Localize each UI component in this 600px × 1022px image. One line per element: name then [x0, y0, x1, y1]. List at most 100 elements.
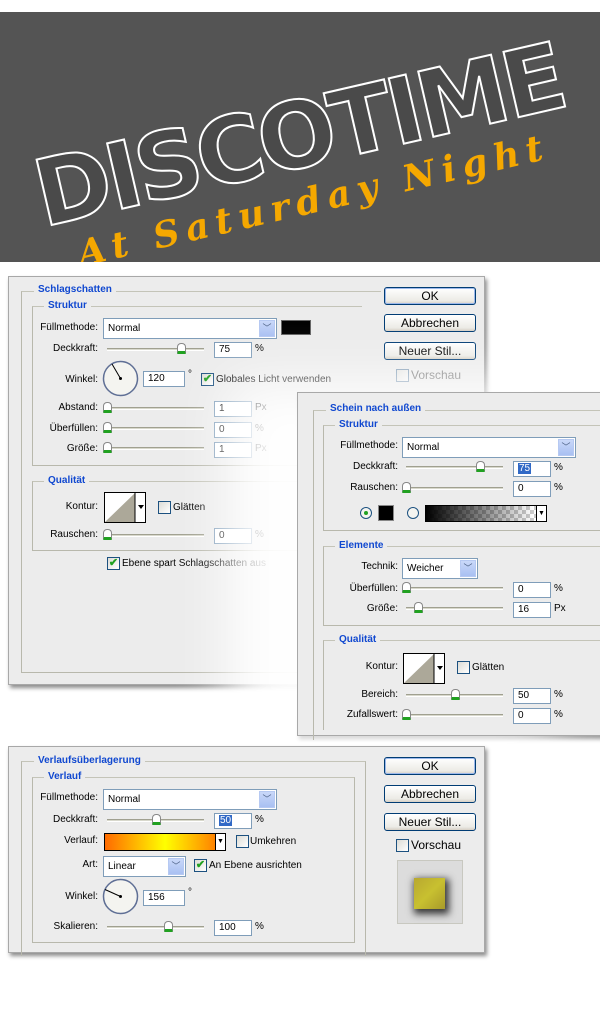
size-slider-thumb[interactable] — [103, 442, 112, 453]
spread-slider[interactable] — [107, 427, 204, 430]
style-select[interactable]: Linear ﹀ — [103, 856, 186, 877]
grad-opacity-unit: % — [255, 814, 264, 825]
reverse-checkbox[interactable] — [236, 835, 249, 848]
glow-spread-slider[interactable] — [406, 587, 503, 590]
jitter-input[interactable]: 0 — [513, 708, 551, 724]
contour-label: Kontur: — [65, 501, 98, 512]
glow-blend-mode-value: Normal — [407, 442, 440, 453]
angle-dial[interactable] — [102, 360, 139, 397]
glow-opacity-label: Deckkraft: — [352, 461, 398, 472]
chevron-down-icon: ﹀ — [259, 791, 275, 808]
grad-opacity-label: Deckkraft: — [52, 814, 98, 825]
blend-mode-value: Normal — [108, 323, 141, 334]
noise-unit: % — [255, 529, 264, 540]
noise-label: Rauschen: — [50, 529, 98, 540]
ok-button[interactable]: OK — [384, 757, 476, 775]
glow-blend-mode-select[interactable]: Normal ﹀ — [402, 437, 576, 458]
technique-value: Weicher — [407, 563, 444, 574]
opacity-label: Deckkraft: — [52, 343, 98, 354]
grad-angle-input[interactable]: 156 — [143, 890, 185, 906]
grad-opacity-input[interactable]: 50 — [214, 813, 252, 829]
glow-noise-input[interactable]: 0 — [513, 481, 551, 497]
glow-noise-slider-thumb[interactable] — [402, 482, 411, 493]
angle-input[interactable]: 120 — [143, 371, 185, 387]
distance-slider[interactable] — [107, 407, 204, 410]
jitter-slider[interactable] — [406, 714, 503, 717]
scale-input[interactable]: 100 — [214, 920, 252, 936]
glow-antialias-checkbox[interactable] — [457, 661, 470, 674]
glow-opacity-slider[interactable] — [406, 466, 503, 469]
blend-mode-select[interactable]: Normal ﹀ — [103, 318, 277, 339]
gradient-group-title: Verlauf — [44, 771, 86, 783]
cancel-button[interactable]: Abbrechen — [384, 314, 476, 332]
preview-checkbox[interactable] — [396, 839, 409, 852]
range-slider-thumb[interactable] — [451, 689, 460, 700]
reverse-label: Umkehren — [250, 836, 297, 847]
distance-label: Abstand: — [58, 402, 98, 413]
opacity-slider-thumb[interactable] — [177, 343, 186, 354]
preview-checkbox[interactable] — [396, 369, 409, 382]
shadow-color-swatch[interactable] — [281, 320, 311, 335]
glow-size-input[interactable]: 16 — [513, 602, 551, 618]
ok-button[interactable]: OK — [384, 287, 476, 305]
glow-size-label: Größe: — [366, 603, 398, 614]
jitter-slider-thumb[interactable] — [402, 709, 411, 720]
contour-picker[interactable] — [104, 492, 146, 523]
spread-slider-thumb[interactable] — [103, 422, 112, 433]
spread-input[interactable]: 0 — [214, 422, 252, 438]
new-style-button[interactable]: Neuer Stil... — [384, 342, 476, 360]
glow-size-slider-thumb[interactable] — [414, 602, 423, 613]
distance-input[interactable]: 1 — [214, 401, 252, 417]
chevron-down-icon: ﹀ — [558, 439, 574, 456]
grad-blend-mode-label: Füllmethode: — [40, 792, 98, 803]
glow-antialias-label: Glätten — [472, 662, 505, 673]
contour-curve-icon — [105, 493, 144, 522]
global-light-checkbox[interactable]: ✔ — [201, 373, 214, 386]
glow-spread-slider-thumb[interactable] — [402, 582, 411, 593]
noise-slider[interactable] — [107, 534, 204, 537]
contour-curve-icon — [404, 654, 443, 683]
glow-spread-input[interactable]: 0 — [513, 582, 551, 598]
new-style-button[interactable]: Neuer Stil... — [384, 813, 476, 831]
range-input[interactable]: 50 — [513, 688, 551, 704]
glow-contour-label: Kontur: — [365, 661, 398, 672]
solid-color-radio[interactable] — [360, 507, 372, 519]
glow-opacity-input[interactable]: 75 — [513, 461, 551, 477]
antialias-checkbox[interactable] — [158, 501, 171, 514]
preview-label: Vorschau — [411, 368, 462, 382]
noise-input[interactable]: 0 — [214, 528, 252, 544]
spread-unit: % — [255, 423, 264, 434]
grad-angle-dial[interactable] — [102, 878, 139, 915]
noise-slider-thumb[interactable] — [103, 529, 112, 540]
opacity-input[interactable]: 75 — [214, 342, 252, 358]
scale-unit: % — [255, 921, 264, 932]
scale-slider[interactable] — [107, 926, 204, 929]
gradient-picker[interactable]: ▼ — [104, 833, 226, 851]
align-layer-checkbox[interactable]: ✔ — [194, 859, 207, 872]
glow-color-swatch[interactable] — [378, 505, 394, 521]
glow-opacity-slider-thumb[interactable] — [476, 461, 485, 472]
preview-swatch — [414, 878, 445, 909]
glow-quality-title: Qualität — [335, 634, 381, 646]
size-slider[interactable] — [107, 447, 204, 450]
cancel-button[interactable]: Abbrechen — [384, 785, 476, 803]
opacity-slider[interactable] — [107, 348, 204, 351]
glow-gradient-picker[interactable]: ▼ — [425, 505, 547, 522]
glow-spread-label: Überfüllen: — [349, 583, 398, 594]
gradient-radio[interactable] — [407, 507, 419, 519]
knockout-checkbox[interactable]: ✔ — [107, 557, 120, 570]
antialias-label: Glätten — [173, 502, 206, 513]
glow-opacity-value: 75 — [518, 463, 532, 474]
dropdown-arrow-icon: ▼ — [215, 834, 225, 850]
glow-noise-slider[interactable] — [406, 487, 503, 490]
scale-slider-thumb[interactable] — [164, 921, 173, 932]
glow-contour-picker[interactable] — [403, 653, 445, 684]
distance-slider-thumb[interactable] — [103, 402, 112, 413]
grad-opacity-slider-thumb[interactable] — [152, 814, 161, 825]
grad-blend-mode-select[interactable]: Normal ﹀ — [103, 789, 277, 810]
glow-spread-unit: % — [554, 583, 563, 594]
dropdown-arrow-icon: ▼ — [536, 506, 546, 521]
chevron-down-icon: ﹀ — [460, 560, 476, 577]
size-input[interactable]: 1 — [214, 442, 252, 458]
technique-select[interactable]: Weicher ﹀ — [402, 558, 478, 579]
